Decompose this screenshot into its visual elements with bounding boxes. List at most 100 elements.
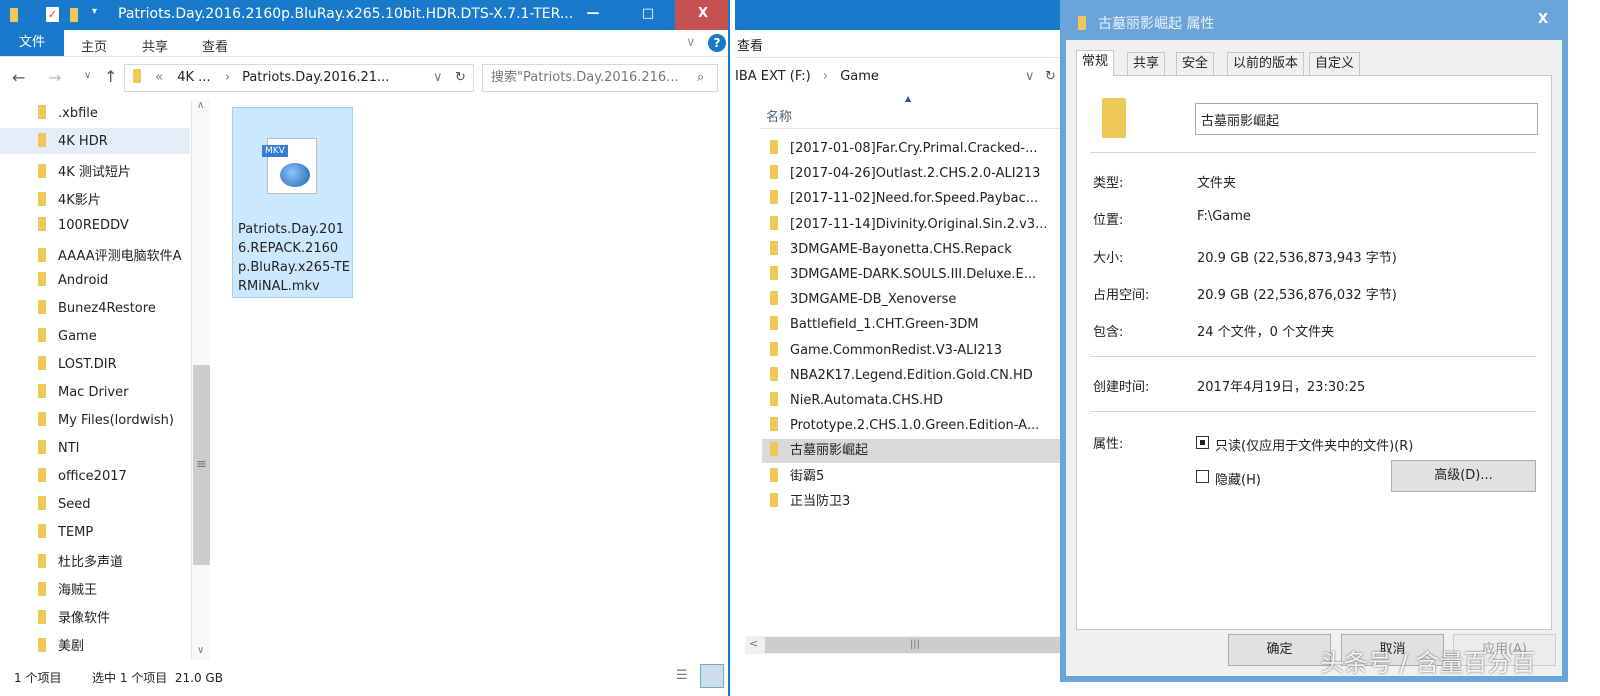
folder-icon xyxy=(38,191,46,206)
list-item[interactable]: Game.CommonRedist.V3-ALI213 xyxy=(770,339,1060,363)
hidden-label[interactable]: 隐藏(H) xyxy=(1215,469,1261,488)
readonly-checkbox[interactable] xyxy=(1196,436,1209,449)
dialog-close-button[interactable]: X xyxy=(1538,12,1548,27)
nav-item[interactable]: Bunez4Restore xyxy=(38,300,156,316)
list-item[interactable]: NBA2K17.Legend.Edition.Gold.CN.HD xyxy=(770,364,1060,388)
minimize-button[interactable]: — xyxy=(565,0,621,30)
list-item[interactable]: [2017-11-14]Divinity.Original.Sin.2.v3..… xyxy=(770,213,1060,237)
details-view-icon[interactable]: ☰ xyxy=(676,668,688,683)
advanced-button[interactable]: 高级(D)... xyxy=(1391,460,1536,492)
tab-view[interactable]: 查看 xyxy=(737,35,763,54)
folder-icon xyxy=(770,140,778,154)
breadcrumb-game[interactable]: Game xyxy=(840,69,879,84)
address-dropdown-icon[interactable]: ∨ xyxy=(433,65,443,91)
list-item[interactable]: 正当防卫3 xyxy=(770,490,1060,514)
large-icons-view-icon[interactable] xyxy=(700,664,724,688)
nav-item[interactable]: Seed xyxy=(38,495,91,512)
quick-access-dropdown-icon[interactable]: ▾ xyxy=(92,6,97,17)
nav-item[interactable]: 美剧 xyxy=(38,635,84,654)
tab-security[interactable]: 安全 xyxy=(1176,52,1215,75)
tab-customize[interactable]: 自定义 xyxy=(1309,52,1361,75)
scroll-down-icon[interactable]: ∨ xyxy=(197,645,204,656)
horizontal-scrollbar[interactable]: < ||| xyxy=(745,636,1060,654)
breadcrumb-drive[interactable]: IBA EXT (F:) xyxy=(735,69,811,84)
breadcrumb-current[interactable]: Patriots.Day.2016.21... xyxy=(242,70,389,85)
list-item-label: NBA2K17.Legend.Edition.Gold.CN.HD xyxy=(790,367,1033,383)
nav-item[interactable]: TEMP xyxy=(38,523,93,540)
folder-icon xyxy=(770,366,778,381)
nav-item[interactable]: 杜比多声道 xyxy=(38,551,123,570)
nav-item[interactable]: AAAA评测电脑软件A xyxy=(38,245,182,264)
nav-item[interactable]: Mac Driver xyxy=(38,384,128,400)
recent-dropdown-icon[interactable]: ∨ xyxy=(84,70,91,81)
address-bar[interactable]: IBA EXT (F:) › Game ∨ ↻ xyxy=(735,64,1060,92)
address-dropdown-icon[interactable]: ∨ xyxy=(1025,64,1035,90)
help-icon[interactable]: ? xyxy=(708,34,726,52)
list-item[interactable]: [2017-01-08]Far.Cry.Primal.Cracked-... xyxy=(770,137,1060,161)
folder-name-input[interactable]: 古墓丽影崛起 xyxy=(1195,103,1538,135)
nav-item[interactable]: .xbfile xyxy=(38,105,98,121)
list-item[interactable]: 3DMGAME-Bayonetta.CHS.Repack xyxy=(770,238,1060,262)
refresh-icon[interactable]: ↻ xyxy=(1045,64,1056,90)
field-label: 创建时间: xyxy=(1093,380,1150,395)
nav-item[interactable]: 4K 测试短片 xyxy=(38,161,131,180)
nav-item[interactable]: Android xyxy=(38,272,108,288)
close-button[interactable]: X xyxy=(675,0,728,30)
list-item-label: 街霸5 xyxy=(790,468,825,484)
forward-icon[interactable]: → xyxy=(48,68,61,87)
refresh-icon[interactable]: ↻ xyxy=(455,65,466,91)
address-bar[interactable]: « 4K ... › Patriots.Day.2016.21... ∨ ↻ xyxy=(124,64,474,92)
ok-button[interactable]: 确定 xyxy=(1228,634,1331,666)
list-item[interactable]: NieR.Automata.CHS.HD xyxy=(770,389,1060,413)
nav-item[interactable]: 录像软件 xyxy=(38,607,110,626)
nav-item[interactable]: office2017 xyxy=(38,467,127,484)
nav-item[interactable]: 4K影片 xyxy=(38,189,101,208)
nav-item[interactable]: LOST.DIR xyxy=(38,356,117,372)
list-item[interactable]: 3DMGAME-DARK.SOULS.III.Deluxe.E... xyxy=(770,263,1060,287)
nav-item[interactable]: Game xyxy=(38,328,97,344)
list-item[interactable]: [2017-04-26]Outlast.2.CHS.2.0-ALI213 xyxy=(770,162,1060,186)
column-header-name[interactable]: 名称 xyxy=(766,106,792,125)
expand-ribbon-icon[interactable]: ∨ xyxy=(686,35,696,50)
list-item[interactable]: 街霸5 xyxy=(770,465,1060,489)
scroll-thumb[interactable]: ||| xyxy=(765,637,1060,653)
nav-item[interactable]: 海贼王 xyxy=(38,579,97,598)
tab-sharing[interactable]: 共享 xyxy=(1127,52,1166,75)
nav-item[interactable]: My Files(lordwish) xyxy=(38,411,174,428)
scroll-thumb[interactable]: ≡ xyxy=(193,365,210,565)
address-overflow[interactable]: « xyxy=(155,70,163,85)
list-item[interactable]: Battlefield_1.CHT.Green-3DM xyxy=(770,313,1060,337)
list-item[interactable]: Prototype.2.CHS.1.0.Green.Edition-A... xyxy=(770,414,1060,438)
list-item[interactable]: [2017-11-02]Need.for.Speed.Paybac... xyxy=(770,187,1060,211)
hidden-checkbox[interactable] xyxy=(1196,470,1209,483)
list-item-label: [2017-01-08]Far.Cry.Primal.Cracked-... xyxy=(790,141,1038,156)
tab-previous-versions[interactable]: 以前的版本 xyxy=(1227,52,1305,75)
folder-icon xyxy=(38,467,46,482)
scroll-left-icon[interactable]: < xyxy=(749,637,758,650)
tab-view[interactable]: 查看 xyxy=(202,36,228,55)
field-value: F:\Game xyxy=(1197,209,1251,224)
breadcrumb-4k[interactable]: 4K ... xyxy=(177,70,210,85)
tab-share[interactable]: 共享 xyxy=(142,36,168,55)
list-item[interactable]: 古墓丽影崛起 xyxy=(762,439,1060,464)
up-icon[interactable]: ↑ xyxy=(104,67,117,86)
file-item-mkv[interactable]: MKV Patriots.Day.2016.REPACK.2160p.BluRa… xyxy=(232,107,353,298)
properties-check-icon[interactable]: ✓ xyxy=(46,7,59,22)
field-label: 位置: xyxy=(1093,213,1124,228)
nav-scrollbar[interactable]: ∧ ≡ ∨ xyxy=(191,100,210,660)
search-icon[interactable]: ⌕ xyxy=(697,65,704,91)
readonly-label[interactable]: 只读(仅应用于文件夹中的文件)(R) xyxy=(1215,435,1413,454)
maximize-button[interactable]: □ xyxy=(620,0,676,30)
scroll-up-icon[interactable]: ∧ xyxy=(197,100,204,111)
new-folder-icon[interactable] xyxy=(70,8,78,22)
tab-general[interactable]: 常规 xyxy=(1076,50,1115,76)
tab-file[interactable]: 文件 xyxy=(0,30,64,56)
nav-item[interactable]: 100REDDV xyxy=(38,216,129,233)
nav-item-label: 4K影片 xyxy=(58,192,101,208)
list-item[interactable]: 3DMGAME-DB_Xenoverse xyxy=(770,288,1060,312)
nav-item[interactable]: NTI xyxy=(38,439,80,456)
search-input[interactable]: 搜索"Patriots.Day.2016.216... ⌕ xyxy=(482,64,718,92)
tab-home[interactable]: 主页 xyxy=(81,36,107,55)
nav-item[interactable]: 4K HDR xyxy=(38,132,108,149)
back-icon[interactable]: ← xyxy=(12,68,25,87)
